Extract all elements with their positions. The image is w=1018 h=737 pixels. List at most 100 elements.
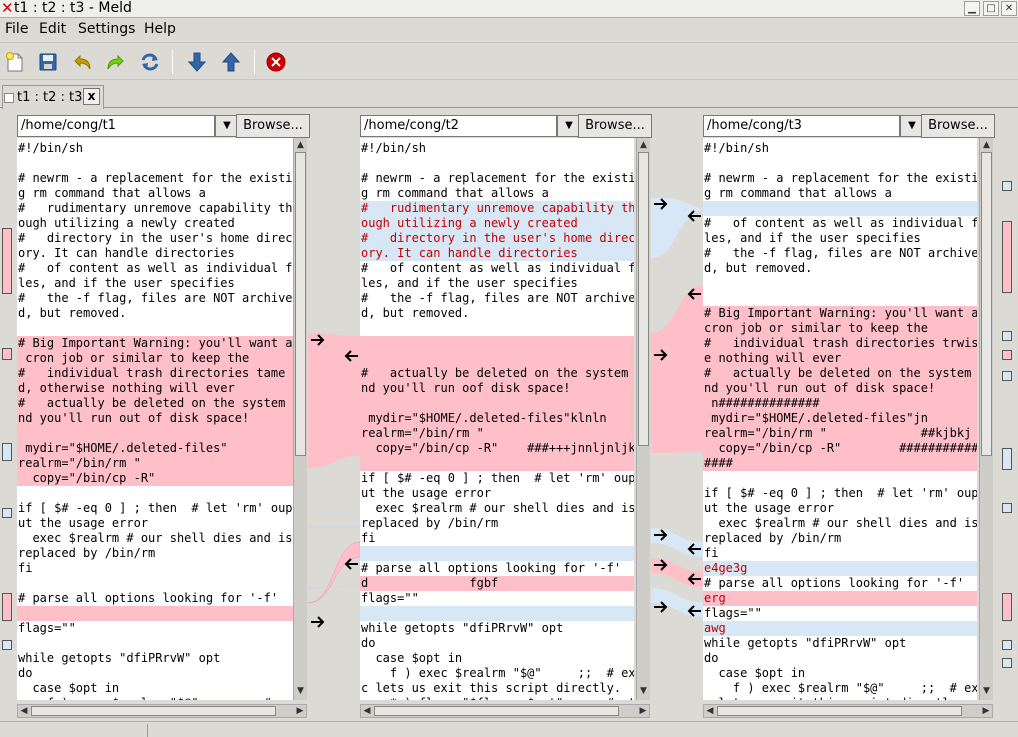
code-line: erg	[703, 591, 977, 606]
toolbar	[0, 42, 1018, 80]
map-marker-change[interactable]	[2, 443, 12, 461]
scroll-left-icon[interactable]: ◀	[704, 705, 716, 717]
path-input-t3[interactable]: /home/cong/t3	[703, 115, 900, 137]
vertical-scrollbar-t1[interactable]: ▲ ▼	[293, 138, 307, 700]
new-icon[interactable]	[4, 51, 26, 73]
code-line: if [ $# -eq 0 ] ; then # let 'rm' oupt	[18, 501, 293, 515]
map-marker-insert[interactable]	[1002, 350, 1012, 360]
tab-close-button[interactable]: x	[83, 88, 100, 105]
scroll-thumb[interactable]	[638, 152, 649, 446]
scroll-right-icon[interactable]: ▶	[980, 705, 992, 717]
map-marker-insert[interactable]	[1002, 593, 1012, 621]
vertical-scrollbar-t2[interactable]: ▲ ▼	[636, 138, 650, 700]
map-marker-insert[interactable]	[2, 228, 12, 294]
map-marker-change[interactable]	[1002, 181, 1012, 191]
scroll-thumb[interactable]	[295, 152, 306, 456]
vertical-scrollbar-t3[interactable]: ▲ ▼	[979, 138, 993, 700]
code-line: # Big Important Warning: you'll want a	[17, 336, 293, 351]
menu-edit[interactable]: Edit	[39, 21, 66, 37]
map-marker-change[interactable]	[1002, 371, 1012, 381]
refresh-icon[interactable]	[139, 51, 161, 73]
scroll-thumb[interactable]	[717, 706, 962, 716]
map-marker-insert[interactable]	[2, 348, 12, 360]
scroll-down-icon[interactable]: ▼	[638, 685, 649, 698]
redo-icon[interactable]	[104, 51, 126, 73]
scroll-up-icon[interactable]: ▲	[638, 139, 649, 152]
map-marker-change[interactable]	[1002, 331, 1012, 341]
map-marker-insert[interactable]	[2, 593, 12, 621]
browse-button-t1[interactable]: Browse...	[236, 114, 310, 138]
code-line: ory. It can handle directories	[18, 246, 235, 260]
next-change-icon[interactable]	[186, 51, 208, 73]
scroll-right-icon[interactable]: ▶	[637, 705, 649, 717]
code-line	[360, 351, 634, 366]
undo-icon[interactable]	[72, 51, 94, 73]
map-marker-change[interactable]	[2, 508, 12, 518]
code-line: f ) exec $realrm "$@" ;; # exe	[17, 696, 293, 700]
text-pane-t3[interactable]: #!/bin/sh # newrm - a replacement for the…	[703, 138, 977, 700]
path-input-t1[interactable]: /home/cong/t1	[17, 115, 215, 137]
text-pane-t2[interactable]: #!/bin/sh # newrm - a replacement for the…	[360, 138, 634, 700]
code-line: if [ $# -eq 0 ] ; then # let 'rm' oupt	[361, 471, 634, 485]
code-line: les, and if the user specifies	[361, 276, 578, 290]
text-pane-t1[interactable]: #!/bin/sh # newrm - a replacement for the…	[17, 138, 293, 700]
previous-change-icon[interactable]	[220, 51, 242, 73]
code-line: # rudimentary unremove capability thr	[18, 201, 293, 215]
tab-comparison[interactable]: t1 : t2 : t3 x	[2, 85, 104, 109]
code-line: flags=""	[704, 606, 762, 620]
horizontal-scrollbar-t1[interactable]: ◀ ▶	[17, 704, 307, 718]
horizontal-scrollbar-t2[interactable]: ◀ ▶	[360, 704, 650, 718]
map-marker-change[interactable]	[1002, 640, 1012, 650]
maximize-icon[interactable]: □	[983, 1, 999, 16]
code-line	[360, 396, 634, 411]
code-line: flags=""	[361, 591, 419, 605]
map-marker-change[interactable]	[2, 640, 12, 650]
scroll-up-icon[interactable]: ▲	[295, 139, 306, 152]
path-input-t2[interactable]: /home/cong/t2	[360, 115, 557, 137]
code-line: g rm command that allows a	[18, 186, 206, 200]
code-line: mydir="$HOME/.deleted-files"	[17, 441, 293, 456]
code-line	[360, 456, 634, 471]
scroll-thumb[interactable]	[981, 152, 992, 456]
scroll-up-icon[interactable]: ▲	[981, 139, 992, 152]
map-marker-change[interactable]	[1002, 658, 1012, 668]
code-line: replaced by /bin/rm	[361, 516, 499, 530]
scroll-down-icon[interactable]: ▼	[295, 685, 306, 698]
chevron-down-icon: ▼	[908, 120, 916, 131]
code-line: #!/bin/sh	[18, 141, 84, 155]
code-line: c lets us exit this script directly.	[703, 696, 977, 700]
browse-button-t3[interactable]: Browse...	[921, 114, 995, 138]
code-line: exec $realrm # our shell dies and is	[361, 501, 634, 515]
scroll-thumb[interactable]	[374, 706, 619, 716]
minimize-icon[interactable]: ▁	[964, 1, 980, 16]
horizontal-scrollbar-t3[interactable]: ◀ ▶	[703, 704, 993, 718]
scroll-left-icon[interactable]: ◀	[18, 705, 30, 717]
code-line: mydir="$HOME/.deleted-files"jn	[703, 411, 977, 426]
code-line: copy="/bin/cp -R"	[17, 471, 293, 486]
scroll-left-icon[interactable]: ◀	[361, 705, 373, 717]
merge-arrow-icon[interactable]	[311, 616, 325, 628]
browse-button-t2[interactable]: Browse...	[578, 114, 652, 138]
save-icon[interactable]	[37, 51, 59, 73]
link-gutter-1-2	[308, 333, 360, 628]
code-line: ut the usage error	[361, 486, 492, 500]
code-line: fi	[18, 561, 33, 575]
menu-settings[interactable]: Settings	[78, 21, 135, 37]
menu-file[interactable]: File	[5, 21, 28, 37]
code-line: f ) exec $realrm "$@" ;; # exe	[704, 681, 977, 695]
code-line: ory. It can handle directories	[360, 246, 634, 261]
map-marker-change[interactable]	[1002, 503, 1012, 513]
scroll-thumb[interactable]	[31, 706, 276, 716]
stop-icon[interactable]	[265, 51, 287, 73]
menu-help[interactable]: Help	[144, 21, 176, 37]
code-line: * ) flags="$flags -$opt" ;; # oth	[360, 696, 634, 700]
scroll-down-icon[interactable]: ▼	[981, 685, 992, 698]
map-marker-insert[interactable]	[1002, 221, 1012, 293]
code-line: copy="/bin/cp -R" #############	[703, 441, 977, 456]
code-line: n##############	[703, 396, 977, 411]
status-divider	[147, 724, 148, 737]
close-icon[interactable]: ✕	[1001, 1, 1017, 16]
map-marker-change[interactable]	[1002, 448, 1012, 470]
scroll-right-icon[interactable]: ▶	[294, 705, 306, 717]
